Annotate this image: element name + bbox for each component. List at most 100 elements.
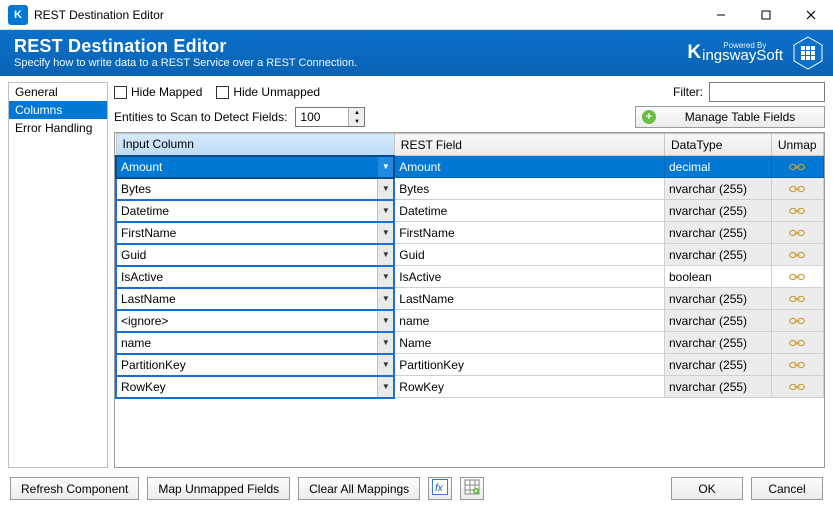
table-row[interactable]: PartitionKey▼PartitionKeynvarchar (255) xyxy=(116,354,824,376)
unmap-button[interactable] xyxy=(771,354,823,376)
input-column-cell[interactable]: Datetime xyxy=(117,201,377,221)
manage-table-fields-label: Manage Table Fields xyxy=(662,110,818,124)
unmap-button[interactable] xyxy=(771,288,823,310)
unmap-button[interactable] xyxy=(771,222,823,244)
unmap-icon xyxy=(788,204,806,218)
sidebar: GeneralColumnsError Handling xyxy=(8,82,108,468)
clear-all-mappings-button[interactable]: Clear All Mappings xyxy=(298,477,420,500)
entities-scan-input[interactable] xyxy=(296,108,348,126)
unmap-button[interactable] xyxy=(771,200,823,222)
col-datatype-header[interactable]: DataType xyxy=(665,134,772,156)
unmap-icon xyxy=(788,160,806,174)
maximize-button[interactable] xyxy=(743,0,788,30)
ok-button[interactable]: OK xyxy=(671,477,743,500)
col-input-header[interactable]: Input Column xyxy=(116,134,394,156)
input-column-cell[interactable]: RowKey xyxy=(117,377,377,397)
input-column-cell[interactable]: <ignore> xyxy=(117,311,377,331)
datatype-cell: nvarchar (255) xyxy=(665,288,772,310)
table-row[interactable]: Bytes▼Bytesnvarchar (255) xyxy=(116,178,824,200)
chevron-down-icon[interactable]: ▼ xyxy=(377,267,393,287)
input-column-cell[interactable]: Amount xyxy=(117,157,377,177)
chevron-down-icon[interactable]: ▼ xyxy=(377,377,393,397)
rest-field-cell[interactable]: Amount xyxy=(395,156,664,177)
grid-options-button[interactable] xyxy=(460,477,484,500)
sidebar-item-general[interactable]: General xyxy=(9,83,107,101)
table-row[interactable]: RowKey▼RowKeynvarchar (255) xyxy=(116,376,824,398)
datatype-cell: nvarchar (255) xyxy=(665,332,772,354)
rest-field-cell[interactable]: FirstName xyxy=(395,222,664,243)
unmap-button[interactable] xyxy=(771,310,823,332)
sidebar-item-columns[interactable]: Columns xyxy=(9,101,107,119)
minimize-button[interactable] xyxy=(698,0,743,30)
unmap-icon xyxy=(788,182,806,196)
chevron-down-icon[interactable]: ▼ xyxy=(377,333,393,353)
table-row[interactable]: Amount▼Amountdecimal xyxy=(116,156,824,178)
chevron-down-icon[interactable]: ▼ xyxy=(377,157,393,177)
brand-logo: Powered By KingswaySoft xyxy=(643,42,783,64)
table-row[interactable]: IsActive▼IsActiveboolean xyxy=(116,266,824,288)
chevron-down-icon[interactable]: ▼ xyxy=(377,201,393,221)
app-icon: K xyxy=(8,5,28,25)
col-field-header[interactable]: REST Field xyxy=(394,134,664,156)
close-button[interactable] xyxy=(788,0,833,30)
map-unmapped-fields-button[interactable]: Map Unmapped Fields xyxy=(147,477,290,500)
datatype-cell: nvarchar (255) xyxy=(665,354,772,376)
rest-field-cell[interactable]: Name xyxy=(395,332,664,353)
banner: REST Destination Editor Specify how to w… xyxy=(0,30,833,76)
chevron-down-icon[interactable]: ▼ xyxy=(377,289,393,309)
input-column-cell[interactable]: IsActive xyxy=(117,267,377,287)
rest-field-cell[interactable]: Guid xyxy=(395,244,664,265)
cancel-button[interactable]: Cancel xyxy=(751,477,823,500)
unmap-button[interactable] xyxy=(771,376,823,398)
table-row[interactable]: FirstName▼FirstNamenvarchar (255) xyxy=(116,222,824,244)
table-row[interactable]: Datetime▼Datetimenvarchar (255) xyxy=(116,200,824,222)
chevron-down-icon[interactable]: ▼ xyxy=(377,245,393,265)
unmap-icon xyxy=(788,358,806,372)
table-row[interactable]: Guid▼Guidnvarchar (255) xyxy=(116,244,824,266)
input-column-cell[interactable]: Bytes xyxy=(117,179,377,199)
rest-field-cell[interactable]: PartitionKey xyxy=(395,354,664,375)
table-row[interactable]: name▼Namenvarchar (255) xyxy=(116,332,824,354)
rest-field-cell[interactable]: name xyxy=(395,310,664,331)
rest-field-cell[interactable]: Datetime xyxy=(395,200,664,221)
stepper-down-icon[interactable]: ▼ xyxy=(349,117,364,126)
entities-scan-stepper[interactable]: ▲▼ xyxy=(295,107,365,127)
footer: Refresh Component Map Unmapped Fields Cl… xyxy=(0,468,833,508)
chevron-down-icon[interactable]: ▼ xyxy=(377,179,393,199)
manage-table-fields-button[interactable]: + Manage Table Fields xyxy=(635,106,825,128)
entities-scan-label: Entities to Scan to Detect Fields: xyxy=(114,110,287,124)
unmap-icon xyxy=(788,292,806,306)
input-column-cell[interactable]: PartitionKey xyxy=(117,355,377,375)
hide-mapped-checkbox[interactable]: Hide Mapped xyxy=(114,85,202,99)
filter-label: Filter: xyxy=(673,85,703,99)
input-column-cell[interactable]: name xyxy=(117,333,377,353)
chevron-down-icon[interactable]: ▼ xyxy=(377,311,393,331)
filter-input[interactable] xyxy=(709,82,825,102)
unmap-button[interactable] xyxy=(771,244,823,266)
unmap-button[interactable] xyxy=(771,156,823,178)
rest-field-cell[interactable]: LastName xyxy=(395,288,664,309)
chevron-down-icon[interactable]: ▼ xyxy=(377,223,393,243)
unmap-button[interactable] xyxy=(771,266,823,288)
unmap-icon xyxy=(788,380,806,394)
stepper-up-icon[interactable]: ▲ xyxy=(349,108,364,117)
unmap-button[interactable] xyxy=(771,332,823,354)
unmap-icon xyxy=(788,336,806,350)
datatype-cell: boolean xyxy=(665,266,772,288)
col-unmap-header[interactable]: Unmap xyxy=(771,134,823,156)
hide-mapped-label: Hide Mapped xyxy=(131,85,202,99)
unmap-button[interactable] xyxy=(771,178,823,200)
input-column-cell[interactable]: Guid xyxy=(117,245,377,265)
rest-field-cell[interactable]: IsActive xyxy=(395,266,664,287)
hide-unmapped-checkbox[interactable]: Hide Unmapped xyxy=(216,85,320,99)
table-row[interactable]: <ignore>▼namenvarchar (255) xyxy=(116,310,824,332)
chevron-down-icon[interactable]: ▼ xyxy=(377,355,393,375)
rest-field-cell[interactable]: RowKey xyxy=(395,376,664,397)
input-column-cell[interactable]: LastName xyxy=(117,289,377,309)
rest-field-cell[interactable]: Bytes xyxy=(395,178,664,199)
input-column-cell[interactable]: FirstName xyxy=(117,223,377,243)
sidebar-item-error-handling[interactable]: Error Handling xyxy=(9,119,107,137)
table-row[interactable]: LastName▼LastNamenvarchar (255) xyxy=(116,288,824,310)
expression-button[interactable]: fx xyxy=(428,477,452,500)
refresh-component-button[interactable]: Refresh Component xyxy=(10,477,139,500)
